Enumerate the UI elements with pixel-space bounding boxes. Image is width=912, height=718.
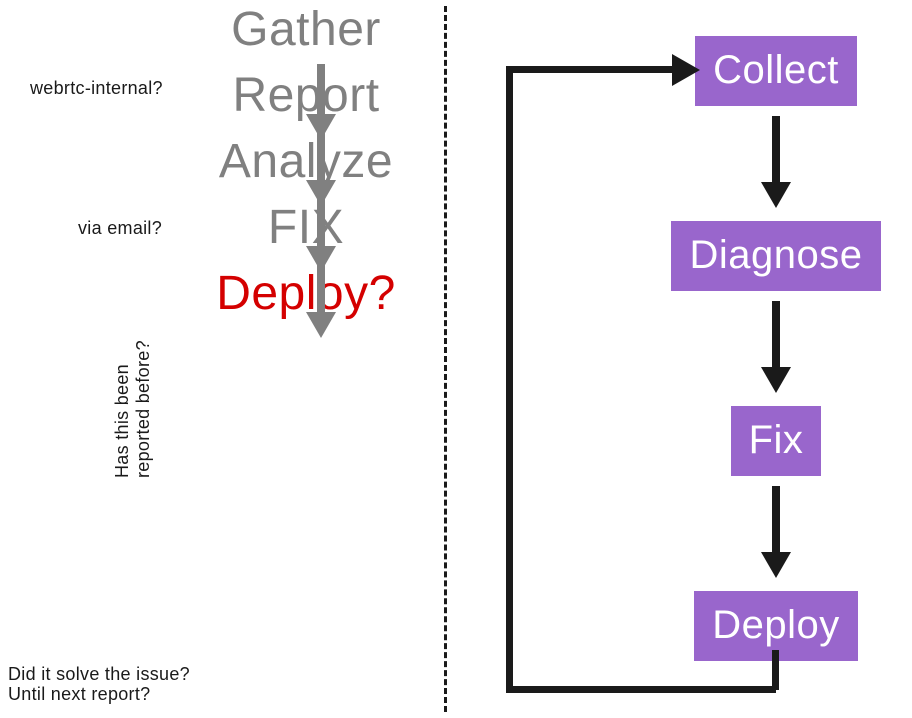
loop-segment <box>772 650 779 690</box>
annotation-report: via email? <box>78 218 162 239</box>
annotation-analyze: Has this been reported before? <box>112 340 153 478</box>
vertical-divider <box>444 6 447 712</box>
right-flow: Collect Diagnose Fix Deploy <box>456 0 912 718</box>
arrow-down-icon <box>761 301 791 398</box>
arrow-down-icon <box>761 116 791 213</box>
loop-segment <box>506 66 513 693</box>
diagram-root: Gather Report Analyze FIX Deploy? webrtc… <box>0 0 912 718</box>
annotation-gather: webrtc-internal? <box>30 78 163 99</box>
right-box-column: Collect Diagnose Fix Deploy <box>646 36 906 661</box>
box-fix: Fix <box>731 406 822 476</box>
box-diagnose: Diagnose <box>671 221 880 291</box>
step-gather: Gather <box>231 6 381 54</box>
left-flow: Gather Report Analyze FIX Deploy? webrtc… <box>0 0 440 718</box>
annotation-deploy-2: Until next report? <box>8 684 150 705</box>
annotation-deploy-1: Did it solve the issue? <box>8 664 190 685</box>
arrow-down-icon <box>761 486 791 583</box>
loop-segment <box>506 686 776 693</box>
left-step-column: Gather Report Analyze FIX Deploy? <box>186 6 426 318</box>
loop-segment <box>506 66 674 73</box>
arrow-right-icon <box>672 54 700 91</box>
box-collect: Collect <box>695 36 857 106</box>
